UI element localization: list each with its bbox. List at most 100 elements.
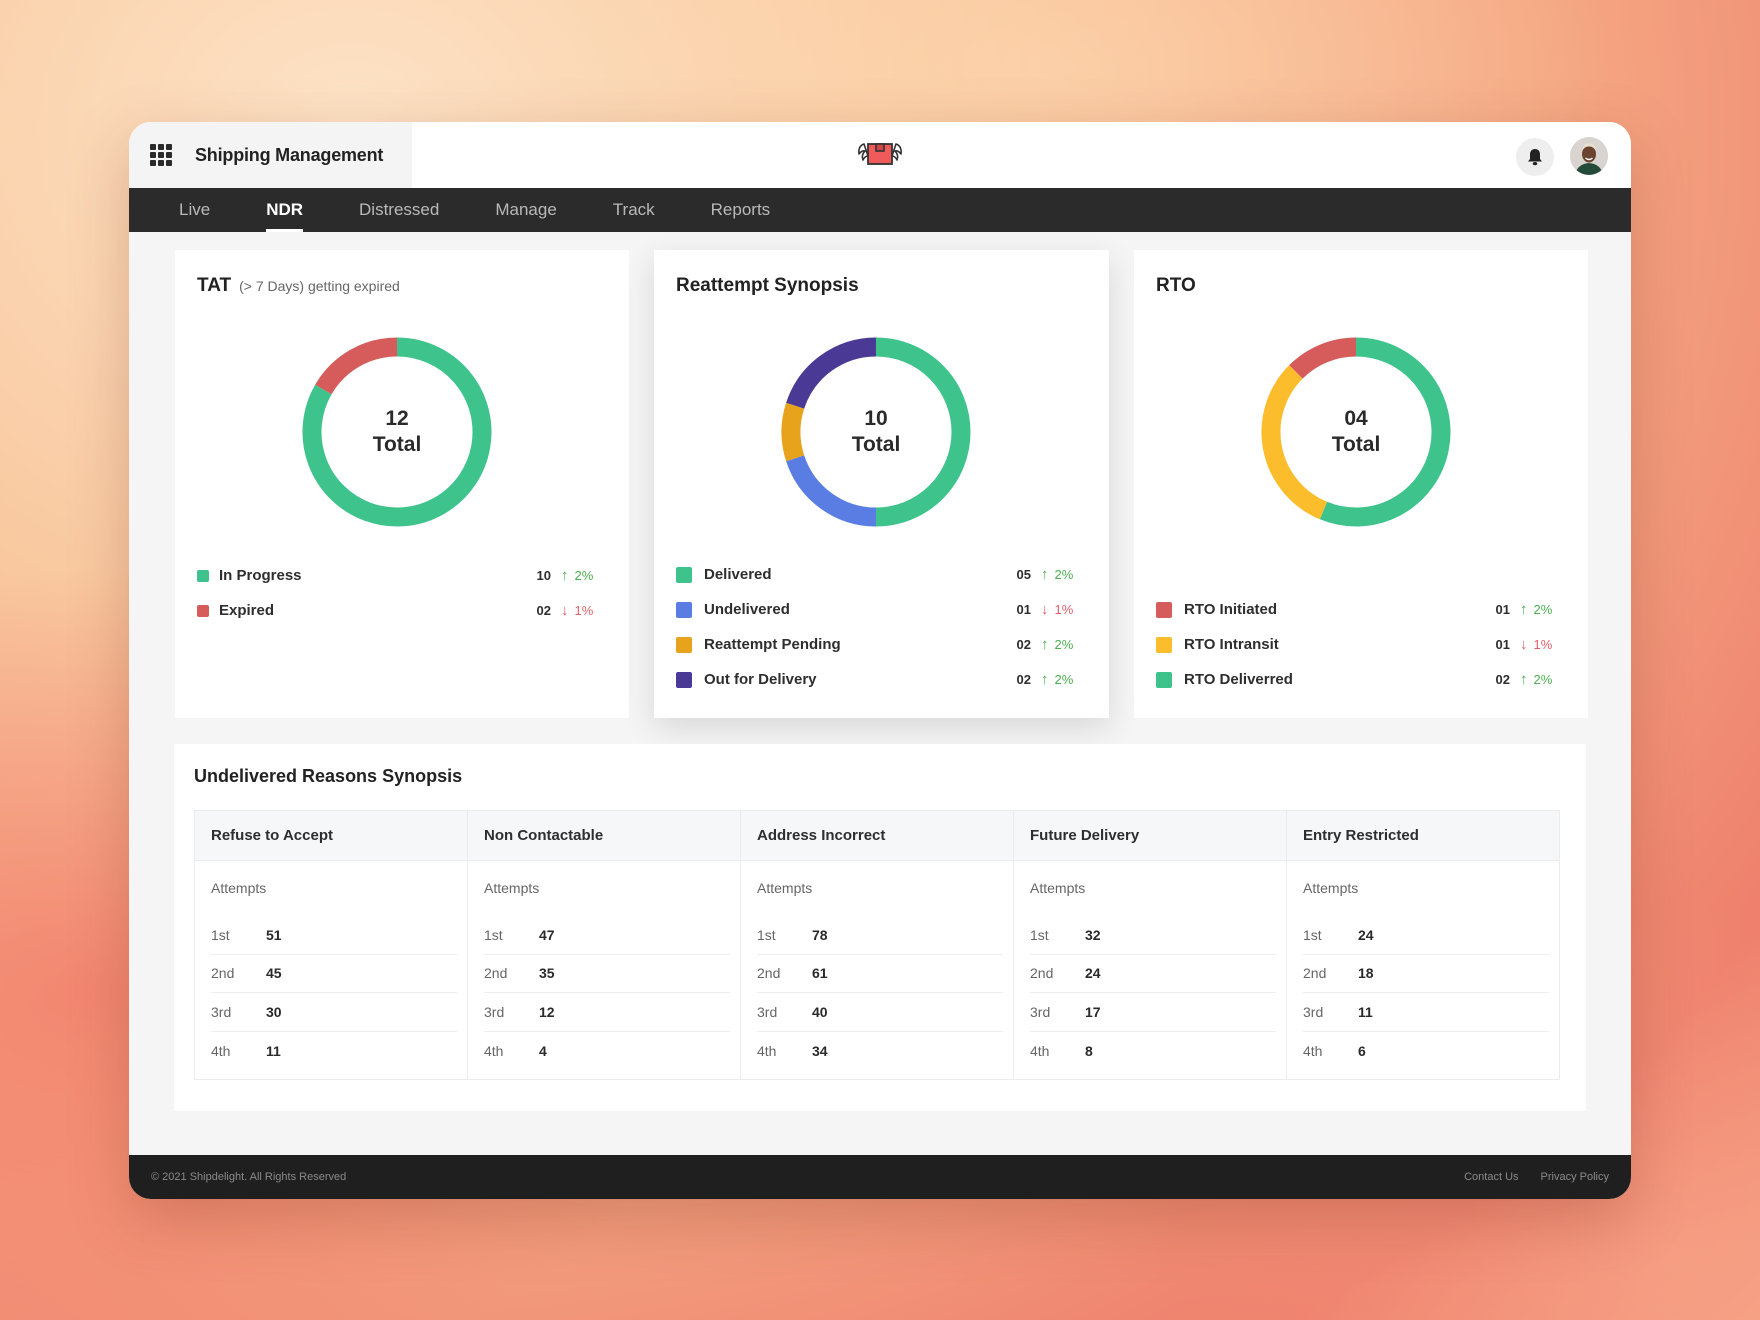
avatar[interactable]	[1570, 137, 1608, 175]
attempt-ordinal: 1st	[484, 926, 503, 943]
attempt-row: 3rd 11	[1303, 993, 1549, 1032]
legend-item[interactable]: Expired 02 ↓ 1%	[197, 593, 603, 628]
reason-header: Non Contactable	[468, 811, 740, 861]
nav-tab-distressed[interactable]: Distressed	[359, 188, 439, 232]
reason-column: Non Contactable Attempts 1st 47 2nd 35 3r…	[468, 811, 741, 1079]
attempt-row: 4th 8	[1030, 1032, 1276, 1071]
legend-item[interactable]: Out for Delivery 02 ↑ 2%	[676, 662, 1083, 697]
bell-icon	[1528, 149, 1542, 166]
attempt-ordinal: 1st	[211, 926, 230, 943]
legend-swatch	[197, 604, 209, 617]
attempts-label: Attempts	[484, 880, 540, 896]
legend-item[interactable]: Undelivered 01 ↓ 1%	[676, 592, 1083, 627]
grid-menu-icon[interactable]	[150, 144, 172, 166]
reason-header: Refuse to Accept	[195, 811, 467, 861]
brand-panel: Shipping Management	[129, 122, 412, 188]
donut-segment-rto-initiated[interactable]	[1289, 337, 1357, 379]
trend-indicator: ↓ 1%	[1041, 601, 1083, 618]
attempt-ordinal: 2nd	[1303, 965, 1327, 982]
trend-change: 1%	[1054, 602, 1074, 617]
attempt-ordinal: 2nd	[757, 965, 781, 982]
app-window: Shipping Management Live NDR Distressed …	[129, 122, 1631, 1199]
tat-donut-chart	[302, 337, 492, 527]
arrow-up-icon: ↑	[1041, 636, 1049, 653]
attempt-count: 35	[539, 965, 555, 982]
attempt-count: 40	[812, 1003, 828, 1020]
attempts-label: Attempts	[1030, 880, 1086, 896]
card-title: RTO	[1156, 275, 1196, 296]
attempt-ordinal: 4th	[1030, 1042, 1050, 1059]
arrow-down-icon: ↓	[1041, 601, 1049, 618]
donut-segment-delivered[interactable]	[875, 337, 971, 527]
legend: In Progress 10 ↑ 2% Expired 02 ↓ 1%	[197, 558, 603, 628]
tat-card: TAT (> 7 Days) getting expired 12 Total I…	[175, 250, 629, 718]
legend-value: 01	[1016, 602, 1031, 617]
attempt-row: 2nd 24	[1030, 955, 1276, 993]
attempt-ordinal: 2nd	[211, 965, 235, 982]
reason-column: Future Delivery Attempts 1st 32 2nd 24 3r…	[1014, 811, 1287, 1079]
arrow-up-icon: ↑	[1520, 601, 1528, 618]
legend-swatch	[1156, 671, 1172, 688]
nav-tab-manage[interactable]: Manage	[495, 188, 556, 232]
attempt-row: 2nd 45	[211, 955, 457, 993]
attempt-ordinal: 3rd	[484, 1003, 505, 1020]
attempt-count: 12	[539, 1003, 555, 1020]
trend-change: 2%	[1054, 567, 1074, 582]
legend-item[interactable]: Delivered 05 ↑ 2%	[676, 557, 1083, 592]
attempt-count: 4	[539, 1042, 547, 1059]
attempt-count: 24	[1358, 926, 1374, 943]
arrow-down-icon: ↓	[1520, 636, 1528, 653]
attempt-ordinal: 4th	[211, 1042, 231, 1059]
attempt-row: 2nd 61	[757, 955, 1003, 993]
nav-tab-ndr[interactable]: NDR	[266, 188, 303, 232]
arrow-up-icon: ↑	[1041, 671, 1049, 688]
trend-change: 2%	[1054, 637, 1074, 652]
legend-label: Reattempt Pending	[704, 636, 841, 653]
trend-change: 2%	[1054, 672, 1074, 687]
trend-change: 2%	[574, 568, 594, 583]
privacy-policy-link[interactable]: Privacy Policy	[1541, 1171, 1609, 1183]
attempt-count: 34	[812, 1042, 828, 1059]
legend-swatch	[676, 671, 692, 688]
legend: Delivered 05 ↑ 2% Undelivered 01 ↓ 1% Reat…	[676, 557, 1083, 697]
legend-swatch	[676, 601, 692, 618]
attempt-ordinal: 2nd	[1030, 965, 1054, 982]
donut-segment-rto-deliverred[interactable]	[1319, 337, 1451, 527]
card-subtitle: (> 7 Days) getting expired	[239, 278, 400, 294]
legend-item[interactable]: RTO Intransit 01 ↓ 1%	[1156, 627, 1562, 662]
reattempt-synopsis-card: Reattempt Synopsis 10 Total Delivered 05…	[654, 250, 1109, 718]
donut-segment-reattempt-pending[interactable]	[781, 402, 805, 462]
attempt-row: 1st 32	[1030, 916, 1276, 955]
user-photo-icon	[1570, 137, 1608, 175]
reason-header: Address Incorrect	[741, 811, 1013, 861]
attempt-row: 3rd 30	[211, 993, 457, 1032]
reattempt-donut-chart	[781, 337, 971, 527]
legend-label: Expired	[219, 602, 275, 619]
attempt-ordinal: 4th	[484, 1042, 504, 1059]
main-nav: Live NDR Distressed Manage Track Reports	[129, 188, 1631, 232]
card-title: Reattempt Synopsis	[676, 275, 859, 296]
legend-label: Delivered	[704, 566, 772, 583]
notifications-button[interactable]	[1516, 138, 1554, 176]
attempt-count: 11	[266, 1042, 281, 1059]
attempt-row: 4th 6	[1303, 1032, 1549, 1071]
nav-tab-track[interactable]: Track	[613, 188, 655, 232]
donut-segment-expired[interactable]	[315, 337, 398, 395]
nav-tab-reports[interactable]: Reports	[711, 188, 771, 232]
panel-title: Undelivered Reasons Synopsis	[194, 766, 463, 786]
legend-item[interactable]: RTO Deliverred 02 ↑ 2%	[1156, 662, 1562, 697]
donut-segment-out-for-delivery[interactable]	[786, 337, 877, 409]
contact-us-link[interactable]: Contact Us	[1464, 1171, 1518, 1183]
nav-tab-live[interactable]: Live	[179, 188, 210, 232]
attempt-count: 18	[1358, 965, 1374, 982]
legend-value: 02	[536, 603, 551, 618]
donut-segment-rto-intransit[interactable]	[1261, 365, 1328, 520]
legend-swatch	[676, 566, 692, 583]
legend-item[interactable]: In Progress 10 ↑ 2%	[197, 558, 603, 593]
rto-card: RTO 04 Total RTO Initiated 01 ↑ 2% RTO In…	[1134, 250, 1588, 718]
donut-segment-undelivered[interactable]	[786, 455, 877, 527]
legend-item[interactable]: Reattempt Pending 02 ↑ 2%	[676, 627, 1083, 662]
arrow-down-icon: ↓	[561, 602, 569, 619]
legend-item[interactable]: RTO Initiated 01 ↑ 2%	[1156, 592, 1562, 627]
card-title: TAT (> 7 Days) getting expired	[197, 275, 400, 297]
